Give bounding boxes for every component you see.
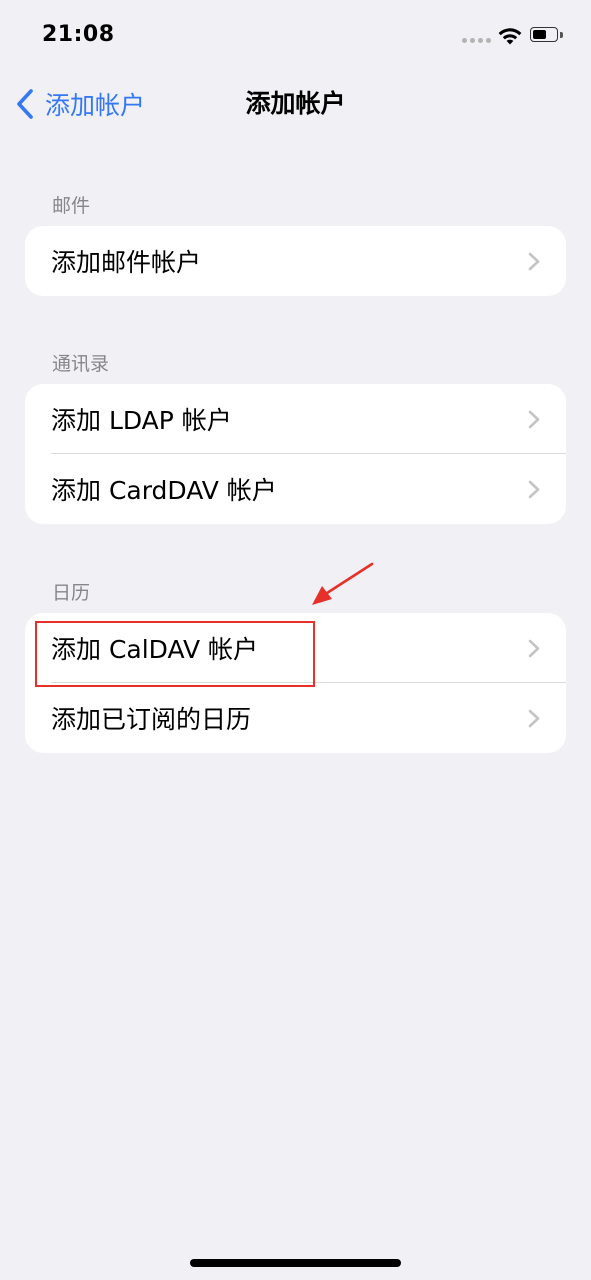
row-label: 添加邮件帐户 — [51, 248, 202, 277]
add-mail-account-row[interactable]: 添加邮件帐户 — [25, 226, 566, 296]
section-header-calendar: 日历 — [52, 582, 91, 604]
add-subscribed-calendar-row[interactable]: 添加已订阅的日历 — [25, 683, 566, 753]
chevron-right-icon — [528, 480, 540, 499]
contacts-group: 添加 LDAP 帐户 添加 CardDAV 帐户 — [25, 384, 566, 524]
chevron-left-icon — [17, 89, 33, 119]
chevron-right-icon — [528, 252, 540, 271]
status-time: 21:08 — [42, 22, 115, 47]
battery-icon — [530, 27, 563, 44]
chevron-right-icon — [528, 639, 540, 658]
row-label: 添加 LDAP 帐户 — [51, 406, 232, 435]
section-header-contacts: 通讯录 — [52, 353, 110, 375]
add-carddav-account-row[interactable]: 添加 CardDAV 帐户 — [25, 454, 566, 524]
chevron-right-icon — [528, 709, 540, 728]
calendar-group: 添加 CalDAV 帐户 添加已订阅的日历 — [25, 613, 566, 753]
cellular-signal-icon — [462, 38, 492, 44]
mail-group: 添加邮件帐户 — [25, 226, 566, 296]
wifi-icon — [498, 28, 522, 45]
row-label: 添加 CalDAV 帐户 — [51, 635, 259, 664]
annotation-arrow-icon — [312, 562, 374, 605]
chevron-right-icon — [528, 410, 540, 429]
back-button-label: 添加帐户 — [45, 91, 146, 120]
add-caldav-account-row[interactable]: 添加 CalDAV 帐户 — [25, 613, 566, 683]
back-button[interactable]: 添加帐户 — [12, 84, 145, 124]
navigation-bar: 添加帐户 添加帐户 — [0, 70, 591, 136]
status-bar: 21:08 — [0, 0, 591, 70]
row-label: 添加 CardDAV 帐户 — [51, 476, 277, 505]
section-header-mail: 邮件 — [52, 195, 91, 217]
row-label: 添加已订阅的日历 — [51, 705, 252, 734]
home-indicator[interactable] — [190, 1259, 401, 1267]
add-ldap-account-row[interactable]: 添加 LDAP 帐户 — [25, 384, 566, 454]
